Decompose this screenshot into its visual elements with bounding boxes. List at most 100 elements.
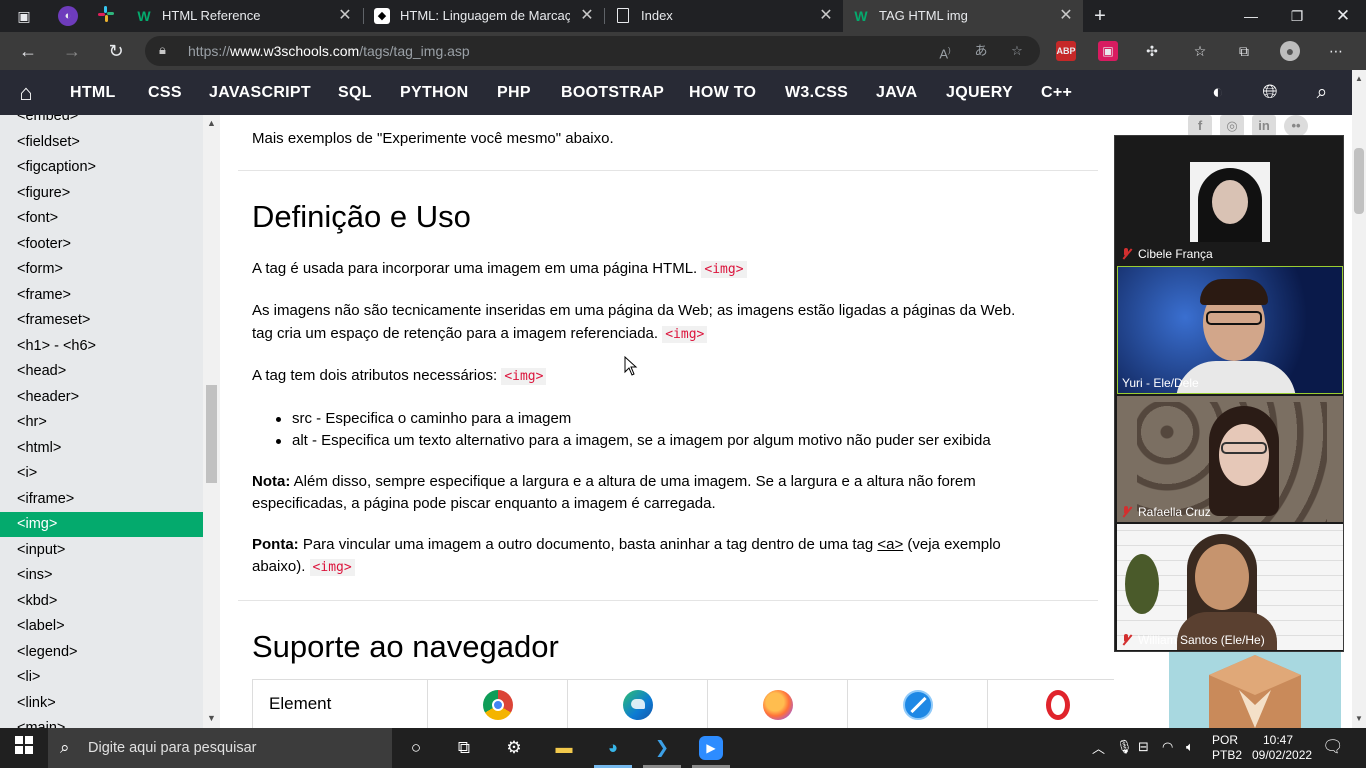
sidebar-scroll-thumb[interactable] <box>206 385 217 483</box>
sidebar-item[interactable]: <h1> - <h6> <box>0 334 203 359</box>
sidebar-item[interactable]: <font> <box>0 206 203 231</box>
nav-html[interactable]: HTML <box>70 70 116 115</box>
sidebar-item[interactable]: <embed> <box>0 115 203 129</box>
tab-index[interactable]: Index ✕ <box>605 0 843 32</box>
sidebar-item[interactable]: <i> <box>0 461 203 486</box>
sidebar-item[interactable]: <link> <box>0 691 203 716</box>
favorite-star-icon[interactable]: ☆ <box>1007 41 1027 61</box>
file-explorer-icon[interactable]: ▬ <box>552 736 576 760</box>
tab-html-reference[interactable]: W HTML Reference ✕ <box>126 0 362 32</box>
forward-icon[interactable]: → <box>60 39 84 63</box>
vscode-icon[interactable]: ❯ <box>650 736 674 760</box>
task-view-icon[interactable]: ⧉ <box>452 736 476 760</box>
sidebar-item[interactable]: <kbd> <box>0 589 203 614</box>
sidebar-item[interactable]: <frame> <box>0 283 203 308</box>
zoom-icon[interactable]: ▶ <box>699 736 723 760</box>
sidebar-item[interactable]: <input> <box>0 538 203 563</box>
translate-icon[interactable]: あ <box>971 41 991 61</box>
cortana-icon[interactable]: ○ <box>404 736 428 760</box>
sidebar-item[interactable]: <footer> <box>0 232 203 257</box>
link-a-tag[interactable]: <a> <box>877 536 903 553</box>
nav-javascript[interactable]: JAVASCRIPT <box>209 70 311 115</box>
more-options-icon[interactable]: ⋯ <box>1326 41 1346 61</box>
pocket-icon[interactable]: ▣ <box>1098 41 1118 61</box>
linkedin-icon[interactable]: in <box>1252 115 1276 137</box>
profile-avatar[interactable]: ● <box>1280 41 1300 61</box>
participant-tile[interactable]: Cibele França <box>1117 138 1343 264</box>
nav-php[interactable]: PHP <box>497 70 531 115</box>
sidebar-item[interactable]: <label> <box>0 614 203 639</box>
restore-icon[interactable]: ❐ <box>1274 0 1320 32</box>
nav-sql[interactable]: SQL <box>338 70 372 115</box>
back-icon[interactable]: ← <box>16 39 40 63</box>
close-tab-icon[interactable]: ✕ <box>1057 0 1075 32</box>
wifi-icon[interactable]: ◠ <box>1162 739 1173 755</box>
close-window-icon[interactable]: ✕ <box>1320 0 1366 32</box>
page-scroll-thumb[interactable] <box>1354 148 1364 214</box>
slack-icon[interactable] <box>96 6 116 26</box>
minimize-icon[interactable]: — <box>1228 0 1274 32</box>
sidebar-item[interactable]: <li> <box>0 665 203 690</box>
lock-icon[interactable]: 🔒︎ <box>159 42 175 60</box>
sidebar-item[interactable]: <head> <box>0 359 203 384</box>
scroll-down-arrow-icon[interactable]: ▼ <box>207 713 216 723</box>
profile-app-icon[interactable]: ◐ <box>58 6 78 26</box>
nav-w3css[interactable]: W3.CSS <box>785 70 848 115</box>
instagram-icon[interactable]: ◎ <box>1220 115 1244 137</box>
settings-gear-icon[interactable]: ⚙ <box>502 736 526 760</box>
extensions-icon[interactable]: ✣ <box>1142 41 1162 61</box>
sidebar-item[interactable]: <legend> <box>0 640 203 665</box>
url-text[interactable]: https://www.w3schools.com/tags/tag_img.a… <box>188 36 470 66</box>
sidebar-item[interactable]: <ins> <box>0 563 203 588</box>
nav-how-to[interactable]: HOW TO <box>689 70 756 115</box>
sidebar-scrollbar[interactable]: ▲ ▼ <box>203 115 220 728</box>
nav-java[interactable]: JAVA <box>876 70 918 115</box>
page-scrollbar[interactable]: ▲ ▼ <box>1352 70 1366 728</box>
sidebar-item[interactable]: <header> <box>0 385 203 410</box>
video-call-panel[interactable]: Cibele França Yuri - Ele/Dele Rafaella C… <box>1114 135 1344 652</box>
sidebar-item[interactable]: <form> <box>0 257 203 282</box>
windows-start-icon[interactable] <box>12 736 36 760</box>
search-icon[interactable]: ⌕ <box>1310 81 1334 105</box>
show-hidden-icons[interactable]: ︿ <box>1092 738 1105 757</box>
input-language[interactable]: POR PTB2 <box>1212 733 1242 763</box>
sidebar-item[interactable]: <figcaption> <box>0 155 203 180</box>
participant-tile-active-speaker[interactable]: Yuri - Ele/Dele <box>1117 266 1343 394</box>
refresh-icon[interactable]: ↻ <box>104 39 128 63</box>
scroll-up-arrow-icon[interactable]: ▲ <box>1355 74 1363 83</box>
nav-jquery[interactable]: JQUERY <box>946 70 1013 115</box>
sidebar-item[interactable]: <fieldset> <box>0 130 203 155</box>
close-tab-icon[interactable]: ✕ <box>336 0 354 32</box>
notifications-icon[interactable]: 🗨︎ <box>1322 737 1344 757</box>
globe-icon[interactable]: 🌐︎ <box>1258 81 1282 105</box>
sidebar-item[interactable]: <main> <box>0 716 203 728</box>
read-aloud-icon[interactable]: A) <box>935 41 955 61</box>
discord-icon[interactable]: •• <box>1284 115 1308 137</box>
advertisement-image[interactable] <box>1169 645 1341 728</box>
clock[interactable]: 10:47 09/02/2022 <box>1252 733 1312 763</box>
participant-tile[interactable]: William Santos (Ele/He) <box>1117 524 1343 650</box>
nav-bootstrap[interactable]: BOOTSTRAP <box>561 70 664 115</box>
scroll-up-arrow-icon[interactable]: ▲ <box>207 118 216 128</box>
address-bar[interactable]: 🔒︎ https://www.w3schools.com/tags/tag_im… <box>145 36 1040 66</box>
volume-icon[interactable]: 🔈︎ <box>1186 739 1194 755</box>
nav-python[interactable]: PYTHON <box>400 70 468 115</box>
sidebar-item[interactable]: <frameset> <box>0 308 203 333</box>
microphone-icon[interactable]: 🎙︎ <box>1116 739 1133 755</box>
taskbar-search-box[interactable]: ⌕ Digite aqui para pesquisar <box>48 728 392 768</box>
scroll-down-arrow-icon[interactable]: ▼ <box>1355 714 1363 723</box>
edge-browser-icon[interactable]: ◕ <box>601 736 625 760</box>
home-icon[interactable]: ⌂ <box>14 81 38 105</box>
sidebar-item[interactable]: <figure> <box>0 181 203 206</box>
sidebar-item[interactable]: <html> <box>0 436 203 461</box>
tab-tag-html-img[interactable]: W TAG HTML img ✕ <box>843 0 1083 32</box>
new-tab-icon[interactable]: + <box>1090 6 1110 26</box>
sidebar-item[interactable]: <iframe> <box>0 487 203 512</box>
network-icon[interactable]: ⊟ <box>1138 739 1149 755</box>
favorites-icon[interactable]: ☆ <box>1190 41 1210 61</box>
nav-cpp[interactable]: C++ <box>1041 70 1072 115</box>
theme-toggle-icon[interactable]: ◐ <box>1206 81 1230 105</box>
tab-mdn-html[interactable]: ◆ HTML: Linguagem de Marcação ✕ <box>364 0 604 32</box>
adblock-icon[interactable]: ABP <box>1056 41 1076 61</box>
sidebar-item[interactable]: <hr> <box>0 410 203 435</box>
